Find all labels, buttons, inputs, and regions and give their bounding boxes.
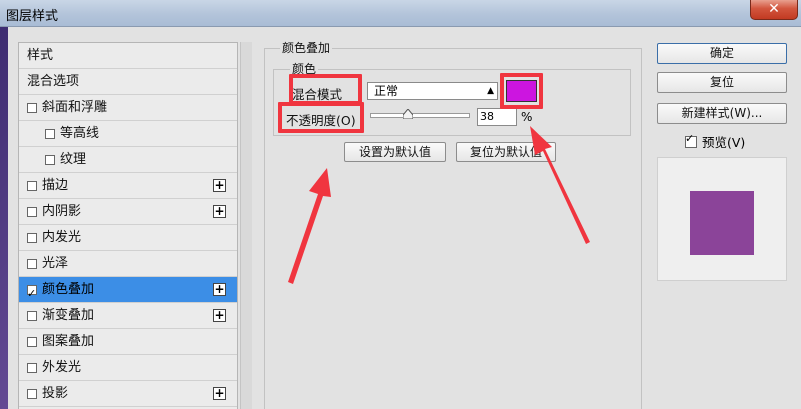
style-item-label: 混合选项 xyxy=(27,74,80,89)
window-close-button[interactable]: ✕ xyxy=(750,0,798,20)
preview-color-sample xyxy=(690,191,754,255)
style-item-checkbox[interactable] xyxy=(45,129,55,139)
style-list-item[interactable]: 描边 + xyxy=(19,173,237,199)
style-item-checkbox[interactable] xyxy=(27,181,37,191)
add-effect-icon[interactable]: + xyxy=(213,179,226,192)
style-list-item[interactable]: 光泽 xyxy=(19,251,237,277)
style-list-item[interactable]: 外发光 xyxy=(19,355,237,381)
style-item-checkbox[interactable] xyxy=(27,389,37,399)
style-item-label: 内发光 xyxy=(42,230,82,245)
style-list-item[interactable]: 内发光 xyxy=(19,225,237,251)
new-style-button[interactable]: 新建样式(W)... xyxy=(657,103,787,124)
add-effect-icon[interactable]: + xyxy=(213,283,226,296)
style-item-checkbox[interactable] xyxy=(27,259,37,269)
style-item-checkbox[interactable] xyxy=(27,281,37,306)
style-list-item[interactable]: 等高线 xyxy=(19,121,237,147)
set-default-button[interactable]: 设置为默认值 xyxy=(344,142,446,162)
style-list-item[interactable]: 渐变叠加 + xyxy=(19,303,237,329)
style-item-label: 样式 xyxy=(27,48,54,63)
style-item-label: 描边 xyxy=(42,178,69,193)
window-titlebar[interactable]: 图层样式 xyxy=(0,0,801,27)
style-item-label: 等高线 xyxy=(60,126,100,141)
color-overlay-group-title: 颜色叠加 xyxy=(280,39,333,56)
updown-arrow-icon: ▲ xyxy=(487,86,494,96)
add-effect-icon[interactable]: + xyxy=(213,309,226,322)
window-title: 图层样式 xyxy=(6,9,59,24)
style-item-label: 纹理 xyxy=(60,152,87,167)
style-item-checkbox[interactable] xyxy=(27,311,37,321)
style-item-checkbox[interactable] xyxy=(45,155,55,165)
opacity-value: 38 xyxy=(480,110,494,123)
style-list-item[interactable]: 投影 + xyxy=(19,381,237,407)
opacity-unit: % xyxy=(521,110,533,124)
preview-thumbnail xyxy=(657,157,787,281)
add-effect-icon[interactable]: + xyxy=(213,387,226,400)
preview-label: 预览(V) xyxy=(702,135,746,150)
reset-default-button[interactable]: 复位为默认值 xyxy=(456,142,556,162)
annotation-box-opacity xyxy=(278,102,364,133)
opacity-slider-track[interactable] xyxy=(370,113,470,118)
style-item-label: 斜面和浮雕 xyxy=(42,100,108,115)
style-list-item[interactable]: 斜面和浮雕 xyxy=(19,95,237,121)
style-item-label: 光泽 xyxy=(42,256,69,271)
reset-button[interactable]: 复位 xyxy=(657,72,787,93)
style-list-item[interactable]: 图案叠加 xyxy=(19,329,237,355)
blend-mode-value: 正常 xyxy=(374,84,399,98)
annotation-box-blend-mode xyxy=(289,74,362,105)
blend-mode-select[interactable]: 正常 ▲ xyxy=(367,82,498,100)
style-list-item[interactable]: 样式 xyxy=(19,43,237,69)
style-item-checkbox[interactable] xyxy=(27,337,37,347)
preview-checkbox[interactable]: 预览(V) xyxy=(685,132,745,151)
style-item-checkbox[interactable] xyxy=(27,363,37,373)
style-item-checkbox[interactable] xyxy=(27,103,37,113)
style-item-label: 外发光 xyxy=(42,360,82,375)
add-effect-icon[interactable]: + xyxy=(213,205,226,218)
style-list-item[interactable]: 纹理 xyxy=(19,147,237,173)
style-list-scrollbar[interactable] xyxy=(240,42,252,409)
layer-style-dialog: 样式混合选项斜面和浮雕等高线纹理描边+内阴影+内发光光泽颜色叠加+渐变叠加+图案… xyxy=(8,27,801,409)
style-item-checkbox[interactable] xyxy=(27,207,37,217)
style-list-item[interactable]: 颜色叠加 + xyxy=(19,277,237,306)
style-item-label: 颜色叠加 xyxy=(42,282,95,297)
opacity-slider-thumb[interactable] xyxy=(403,109,413,119)
style-list: 样式混合选项斜面和浮雕等高线纹理描边 + 内阴影 + 内发光光泽颜色叠加 + 渐变叠加 + 图案… xyxy=(18,42,238,409)
style-list-item[interactable]: 混合选项 xyxy=(19,69,237,95)
style-item-label: 内阴影 xyxy=(42,204,82,219)
style-item-label: 渐变叠加 xyxy=(42,308,95,323)
annotation-box-color-swatch xyxy=(500,73,543,109)
style-item-checkbox[interactable] xyxy=(27,233,37,243)
style-list-item[interactable]: 内阴影 + xyxy=(19,199,237,225)
opacity-input[interactable]: 38 xyxy=(477,108,517,126)
close-icon: ✕ xyxy=(768,1,780,17)
style-item-label: 图案叠加 xyxy=(42,334,95,349)
ok-button[interactable]: 确定 xyxy=(657,43,787,64)
style-item-label: 投影 xyxy=(42,386,69,401)
preview-check-icon[interactable] xyxy=(685,132,697,148)
